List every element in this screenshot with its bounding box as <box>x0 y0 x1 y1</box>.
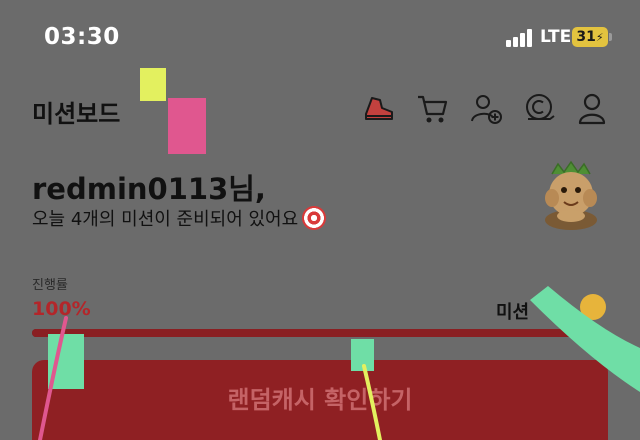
random-cash-button[interactable]: 랜덤캐시 확인하기 <box>32 360 608 440</box>
battery-tip <box>609 33 612 41</box>
user-greeting: redmin0113님, <box>32 172 266 206</box>
green-sticker <box>48 334 84 389</box>
mission-link[interactable]: 미션 <box>496 298 529 324</box>
avatar[interactable] <box>538 160 604 232</box>
cart-icon[interactable] <box>414 92 450 126</box>
header-toolbar <box>360 92 610 126</box>
progress-percent: 100% <box>32 298 91 320</box>
signal-icon <box>506 29 534 47</box>
pink-sticker <box>168 98 206 154</box>
progress-bar <box>32 329 608 337</box>
progress-label: 진행률 <box>32 278 68 293</box>
page-title: 미션보드 <box>32 100 121 128</box>
party-face-icon <box>580 294 606 320</box>
status-time: 03:30 <box>44 24 120 50</box>
coin-stack-icon[interactable] <box>522 92 558 126</box>
status-bar: 03:30 LTE 31⚡ <box>0 0 640 72</box>
yellow-sticker <box>140 68 166 101</box>
sneaker-icon[interactable] <box>360 92 396 126</box>
mission-subtitle-text: 오늘 4개의 미션이 준비되어 있어요 <box>32 209 299 230</box>
mission-subtitle: 오늘 4개의 미션이 준비되어 있어요 <box>32 205 327 231</box>
battery-level: 31 <box>576 29 596 45</box>
green-sticker-small <box>351 339 374 371</box>
battery-icon: 31⚡ <box>572 27 608 47</box>
network-type: LTE <box>540 27 572 47</box>
profile-icon[interactable] <box>574 92 610 126</box>
progress-fill <box>32 329 608 337</box>
target-icon <box>302 206 327 230</box>
add-friend-icon[interactable] <box>468 92 504 126</box>
